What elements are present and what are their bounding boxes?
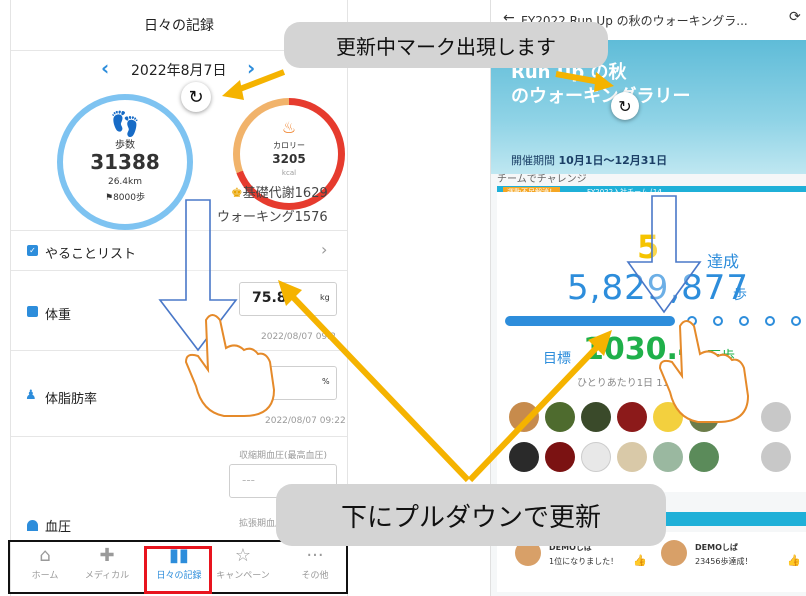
top-callout: 更新中マーク出現します — [284, 22, 608, 68]
arrow-to-team-card — [467, 330, 612, 483]
arrow-to-left-spinner — [222, 69, 286, 100]
arrow-to-weight-field — [278, 280, 471, 483]
pointing-hand-icon — [658, 320, 750, 423]
arrow-to-right-spinner — [555, 71, 614, 92]
pull-down-arrow-left — [158, 199, 238, 352]
pull-down-arrow-right — [626, 195, 702, 314]
bottom-callout: 下にプルダウンで更新 — [276, 484, 666, 546]
